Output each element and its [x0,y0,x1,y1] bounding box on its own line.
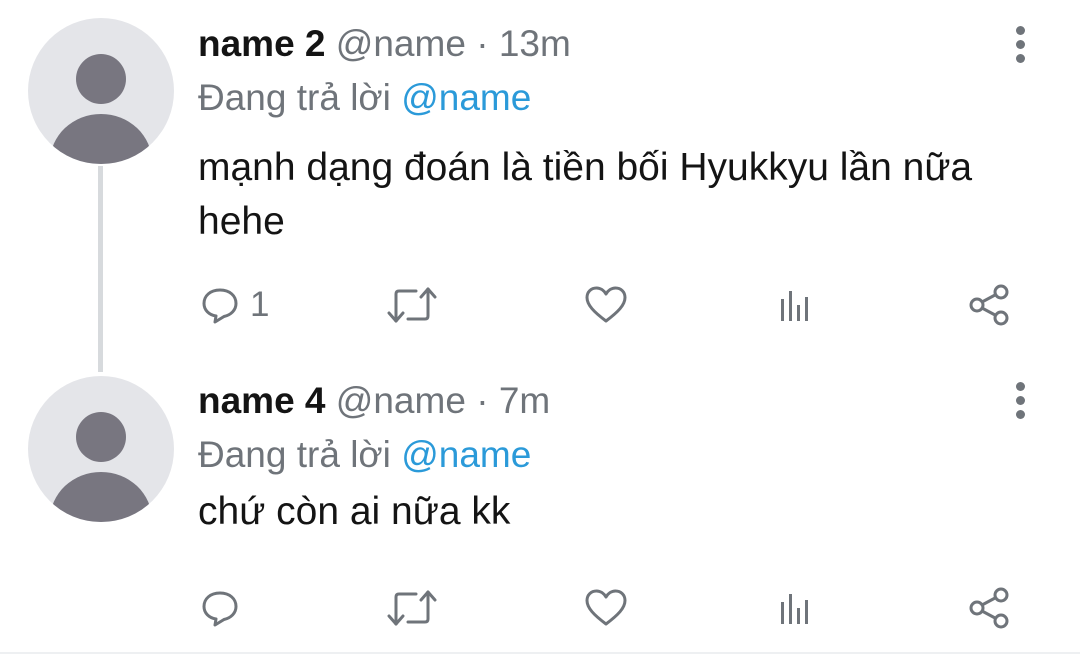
reply-count: 1 [250,285,270,324]
more-icon-dot [1016,54,1025,63]
more-options-button[interactable] [1006,381,1036,421]
share-button[interactable] [968,578,1012,638]
more-options-button[interactable] [1006,25,1036,65]
default-avatar-body [50,472,152,522]
tweet-item[interactable]: name 2 @name · 13m Đang trả lời @name mạ… [0,0,1080,360]
replying-prefix: Đang trả lời [198,434,391,475]
author-handle[interactable]: @name [336,380,466,421]
replying-to-line: Đang trả lời @name [198,76,531,120]
tweet-actions [198,578,1028,638]
more-icon-dot [1016,40,1025,49]
author-name[interactable]: name 2 [198,23,326,64]
retweet-button[interactable] [386,578,438,638]
replying-to-mention[interactable]: @name [401,434,531,475]
more-icon-dot [1016,396,1025,405]
more-icon [1016,26,1025,35]
timestamp[interactable]: 7m [499,380,550,421]
replying-to-line: Đang trả lời @name [198,433,531,477]
like-button[interactable] [584,578,628,638]
retweet-button[interactable] [386,275,438,335]
separator-dot: · [476,380,489,421]
share-icon [969,587,1009,629]
timestamp[interactable]: 13m [499,23,571,64]
tweet-text: mạnh dạng đoán là tiền bối Hyukkyu lần n… [198,146,973,243]
default-avatar-head [76,54,126,104]
reply-icon [202,591,238,627]
tweet-actions: 1 [198,275,1028,335]
separator-dot: · [476,23,489,64]
analytics-button[interactable] [776,275,816,335]
share-icon [969,284,1009,326]
more-icon-dot [1016,410,1025,419]
avatar[interactable] [28,18,174,164]
replying-prefix: Đang trả lời [198,77,391,118]
replying-to-mention[interactable]: @name [401,77,531,118]
like-button[interactable] [584,275,628,335]
default-avatar-body [50,114,152,164]
author-name[interactable]: name 4 [198,380,326,421]
share-button[interactable] [968,275,1012,335]
author-handle[interactable]: @name [336,23,466,64]
retweet-icon [387,287,437,323]
analytics-button[interactable] [776,578,816,638]
tweet-item[interactable]: name 4 @name · 7m Đang trả lời @name chứ… [0,360,1080,654]
reply-icon [202,288,238,324]
retweet-icon [387,590,437,626]
analytics-icon [781,594,808,624]
default-avatar-head [76,412,126,462]
analytics-icon [781,291,808,321]
avatar[interactable] [28,376,174,522]
reply-button[interactable] [200,578,250,638]
tweet-text: chứ còn ai nữa kk [198,490,511,533]
more-icon [1016,382,1025,391]
like-icon [585,286,627,323]
tweet-header: name 2 @name · 13m [198,22,571,66]
reply-button[interactable]: 1 [200,275,269,335]
tweet-header: name 4 @name · 7m [198,379,550,423]
like-icon [585,589,627,626]
